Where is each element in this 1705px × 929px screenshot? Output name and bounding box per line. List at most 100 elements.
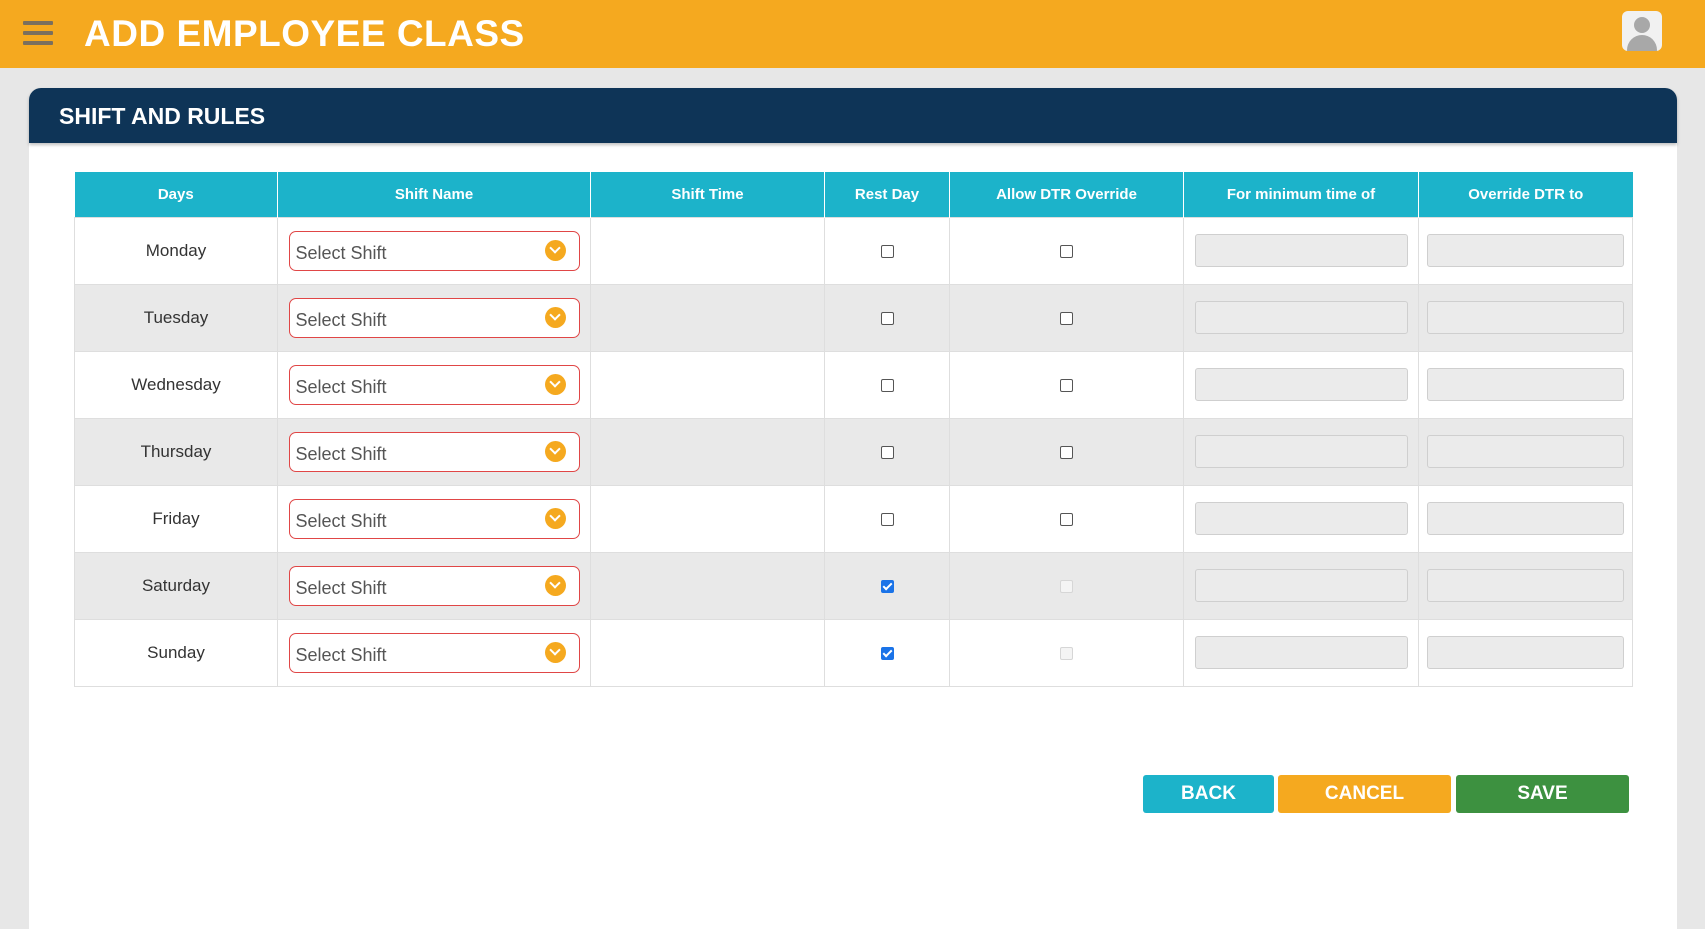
shift-time-cell: [590, 551, 825, 620]
select-shift-dropdown[interactable]: Select Shift: [288, 431, 580, 472]
minimum-time-cell: [1183, 417, 1419, 486]
allow-dtr-override-checkbox[interactable]: [1060, 378, 1073, 392]
select-shift-dropdown[interactable]: Select Shift: [288, 498, 580, 539]
select-shift-value: Select Shift: [295, 376, 387, 397]
select-shift-dropdown[interactable]: Select Shift: [288, 565, 580, 606]
rest-day-cell: [824, 618, 950, 687]
rest-day-checkbox[interactable]: [880, 512, 894, 526]
section-header: SHIFT AND RULES: [29, 88, 1677, 143]
override-dtr-cell: [1418, 417, 1633, 486]
day-cell: Monday: [74, 216, 278, 285]
day-cell: Tuesday: [74, 283, 278, 352]
table-row: Monday Select Shift: [74, 216, 1633, 285]
allow-dtr-override-checkbox[interactable]: [1060, 445, 1073, 459]
shift-name-cell: Select Shift: [277, 551, 591, 620]
rest-day-cell: [824, 350, 950, 419]
override-dtr-input[interactable]: [1427, 569, 1624, 602]
column-header-minimum-time: For minimum time of: [1183, 172, 1419, 217]
table-header-row: Days Shift Name Shift Time Rest Day Allo…: [74, 172, 1633, 217]
save-button[interactable]: SAVE: [1456, 775, 1629, 813]
minimum-time-cell: [1183, 551, 1419, 620]
table-row: Wednesday Select Shift: [74, 350, 1633, 419]
column-header-allow-dtr-override: Allow DTR Override: [949, 172, 1184, 217]
allow-dtr-override-checkbox: [1060, 579, 1073, 593]
minimum-time-cell: [1183, 618, 1419, 687]
minimum-time-input[interactable]: [1194, 301, 1408, 334]
section-title: SHIFT AND RULES: [59, 103, 266, 129]
minimum-time-input[interactable]: [1194, 636, 1408, 669]
chevron-down-icon: [544, 239, 566, 261]
minimum-time-cell: [1183, 216, 1419, 285]
chevron-down-icon: [544, 574, 566, 596]
allow-override-cell: [949, 283, 1184, 352]
select-shift-dropdown[interactable]: Select Shift: [288, 364, 580, 405]
minimum-time-input[interactable]: [1194, 234, 1408, 267]
chevron-down-icon: [544, 507, 566, 529]
allow-dtr-override-checkbox[interactable]: [1060, 311, 1073, 325]
minimum-time-input[interactable]: [1194, 435, 1408, 468]
shift-time-cell: [590, 417, 825, 486]
select-shift-value: Select Shift: [295, 242, 387, 263]
minimum-time-cell: [1183, 350, 1419, 419]
top-app-bar: ADD EMPLOYEE CLASS: [0, 0, 1705, 68]
minimum-time-input[interactable]: [1194, 368, 1408, 401]
user-avatar-icon[interactable]: [1622, 11, 1662, 51]
override-dtr-input[interactable]: [1427, 636, 1624, 669]
table-row: Sunday Select Shift: [74, 618, 1633, 687]
select-shift-value: Select Shift: [295, 443, 387, 464]
column-header-shift-time: Shift Time: [590, 172, 825, 217]
override-dtr-input[interactable]: [1427, 502, 1624, 535]
override-dtr-input[interactable]: [1427, 234, 1624, 267]
select-shift-dropdown[interactable]: Select Shift: [288, 632, 580, 673]
shift-rules-table: Days Shift Name Shift Time Rest Day Allo…: [74, 172, 1633, 687]
rest-day-checkbox[interactable]: [880, 378, 894, 392]
shift-name-cell: Select Shift: [277, 484, 591, 553]
rest-day-checkbox[interactable]: [880, 579, 894, 593]
allow-override-cell: [949, 551, 1184, 620]
day-cell: Sunday: [74, 618, 278, 687]
back-button[interactable]: BACK: [1143, 775, 1274, 813]
day-cell: Friday: [74, 484, 278, 553]
rest-day-checkbox[interactable]: [880, 646, 894, 660]
column-header-shift-name: Shift Name: [277, 172, 591, 217]
table-row: Tuesday Select Shift: [74, 283, 1633, 352]
column-header-rest-day: Rest Day: [824, 172, 950, 217]
rest-day-checkbox[interactable]: [880, 445, 894, 459]
minimum-time-input[interactable]: [1194, 569, 1408, 602]
override-dtr-input[interactable]: [1427, 368, 1624, 401]
override-dtr-cell: [1418, 551, 1633, 620]
select-shift-value: Select Shift: [295, 644, 387, 665]
override-dtr-input[interactable]: [1427, 301, 1624, 334]
shift-time-cell: [590, 618, 825, 687]
allow-override-cell: [949, 350, 1184, 419]
shift-name-cell: Select Shift: [277, 350, 591, 419]
select-shift-value: Select Shift: [295, 309, 387, 330]
allow-override-cell: [949, 618, 1184, 687]
allow-dtr-override-checkbox: [1060, 646, 1073, 660]
column-header-override-dtr-to: Override DTR to: [1418, 172, 1633, 217]
column-header-days: Days: [74, 172, 278, 217]
rest-day-cell: [824, 551, 950, 620]
table-row: Thursday Select Shift: [74, 417, 1633, 486]
minimum-time-cell: [1183, 283, 1419, 352]
override-dtr-cell: [1418, 484, 1633, 553]
override-dtr-cell: [1418, 618, 1633, 687]
allow-dtr-override-checkbox[interactable]: [1060, 244, 1073, 258]
cancel-button[interactable]: CANCEL: [1278, 775, 1451, 813]
allow-override-cell: [949, 417, 1184, 486]
rest-day-checkbox[interactable]: [880, 311, 894, 325]
table-row: Friday Select Shift: [74, 484, 1633, 553]
page-title: ADD EMPLOYEE CLASS: [84, 13, 525, 54]
rest-day-cell: [824, 484, 950, 553]
table-row: Saturday Select Shift: [74, 551, 1633, 620]
allow-dtr-override-checkbox[interactable]: [1060, 512, 1073, 526]
day-cell: Wednesday: [74, 350, 278, 419]
minimum-time-input[interactable]: [1194, 502, 1408, 535]
override-dtr-input[interactable]: [1427, 435, 1624, 468]
rest-day-checkbox[interactable]: [880, 244, 894, 258]
rest-day-cell: [824, 417, 950, 486]
select-shift-dropdown[interactable]: Select Shift: [288, 230, 580, 271]
select-shift-dropdown[interactable]: Select Shift: [288, 297, 580, 338]
day-cell: Thursday: [74, 417, 278, 486]
hamburger-menu-icon[interactable]: [23, 21, 53, 45]
